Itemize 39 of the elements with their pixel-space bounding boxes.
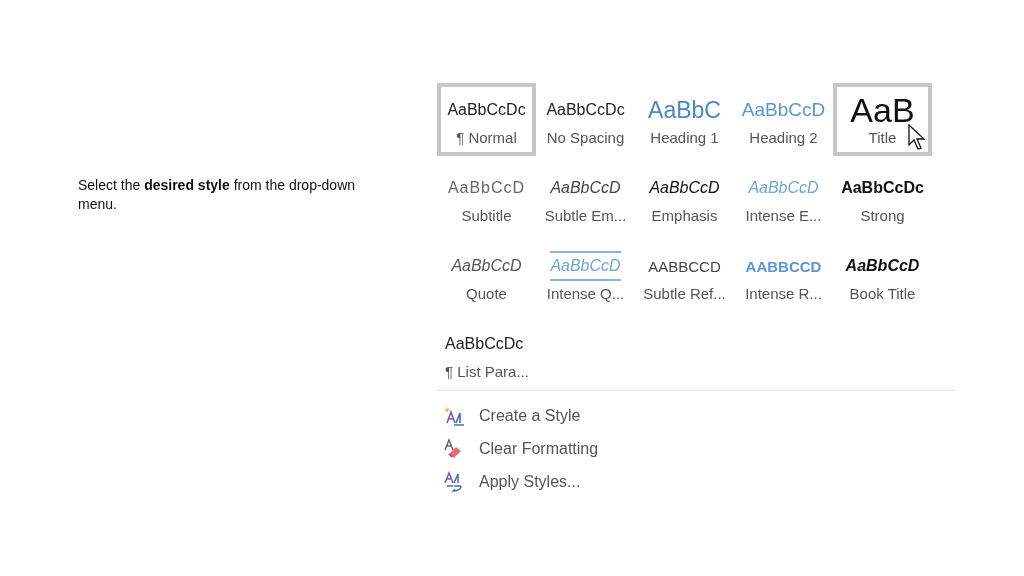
style-name: Subtle Em... bbox=[544, 207, 627, 224]
style-name: Title bbox=[868, 129, 897, 146]
style-name: Intense R... bbox=[745, 285, 822, 302]
menu-item[interactable]: Clear Formatting bbox=[437, 432, 957, 465]
menu-item[interactable]: Apply Styles... bbox=[437, 465, 957, 498]
style-preview: AaBbCcD bbox=[451, 256, 522, 276]
style-tile[interactable]: AaB Title bbox=[833, 83, 932, 156]
style-preview: AABBCCD bbox=[745, 256, 822, 277]
style-name: Quote bbox=[466, 285, 507, 302]
style-name: Intense E... bbox=[745, 207, 822, 224]
style-name: Intense Q... bbox=[546, 285, 625, 302]
style-name: Subtle Ref... bbox=[643, 285, 726, 302]
style-preview: AaBbCcD bbox=[649, 178, 720, 198]
style-preview: AaBbCcDc bbox=[445, 334, 524, 354]
style-preview: AaB bbox=[850, 93, 915, 127]
style-preview: AaBbCcDc bbox=[447, 100, 526, 120]
style-name: ¶ Normal bbox=[456, 129, 517, 146]
style-preview: AaBbCcDc bbox=[841, 178, 924, 198]
style-name: ¶ List Para... bbox=[445, 363, 529, 380]
style-name: Subtitle bbox=[461, 207, 512, 224]
style-name: Strong bbox=[860, 207, 905, 224]
style-preview: AaBbCcD bbox=[845, 256, 920, 276]
style-preview: AaBbCcD bbox=[748, 178, 819, 198]
menu-item[interactable]: Create a Style bbox=[437, 399, 957, 432]
style-preview: AaBbCcD bbox=[447, 178, 526, 198]
style-preview: AaBbCcDc bbox=[546, 100, 625, 120]
style-name: Emphasis bbox=[651, 207, 718, 224]
style-name: Heading 1 bbox=[650, 129, 719, 146]
style-preview: AaBbCcD bbox=[550, 251, 621, 281]
style-name: Book Title bbox=[849, 285, 916, 302]
style-preview: AABBCCD bbox=[648, 256, 721, 277]
style-preview: AaBbCcD bbox=[741, 98, 826, 122]
style-name: Heading 2 bbox=[749, 129, 818, 146]
style-preview: AaBbCcD bbox=[550, 178, 621, 198]
style-preview: AaBbC bbox=[648, 95, 721, 125]
style-name: No Spacing bbox=[546, 129, 625, 146]
instruction-text: Select the desired style from the drop-down menu. bbox=[78, 176, 357, 214]
apply-styles-icon bbox=[443, 470, 465, 493]
style-tile[interactable]: AaBbCcDc ¶ Normal bbox=[437, 83, 536, 156]
